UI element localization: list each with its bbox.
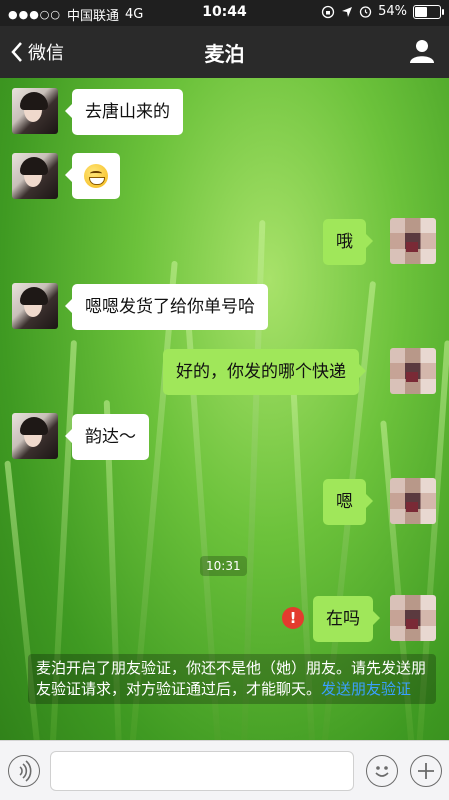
alarm-icon — [359, 6, 372, 18]
message-timestamp: 10:31 — [200, 556, 247, 576]
plus-icon — [418, 763, 434, 779]
message-input[interactable] — [50, 751, 354, 791]
contact-avatar[interactable] — [12, 153, 58, 199]
contact-avatar[interactable] — [12, 413, 58, 459]
self-avatar[interactable] — [390, 348, 436, 394]
send-verification-link[interactable]: 发送朋友验证 — [321, 680, 411, 698]
send-failed-icon[interactable]: ! — [282, 607, 304, 629]
self-avatar[interactable] — [390, 595, 436, 641]
self-avatar[interactable] — [390, 478, 436, 524]
location-icon — [342, 6, 353, 17]
contact-profile-icon[interactable] — [409, 38, 435, 64]
chat-title: 麦泊 — [204, 42, 245, 66]
message-bubble-incoming[interactable]: 嗯嗯发货了给你单号哈 — [65, 284, 268, 330]
status-right: 54% — [321, 4, 444, 19]
voice-icon — [19, 760, 32, 782]
status-bar: ●●●○○ 中国联通 4G 10:44 54% — [0, 0, 449, 26]
contact-avatar[interactable] — [12, 283, 58, 329]
message-bubble-incoming[interactable]: 韵达～ — [65, 414, 149, 460]
input-bar — [0, 740, 449, 800]
rotation-lock-icon — [321, 5, 335, 18]
battery-percent: 54% — [378, 4, 407, 19]
message-bubble-outgoing[interactable]: 好的，你发的哪个快递 — [163, 349, 366, 395]
message-bubble-incoming[interactable] — [65, 153, 120, 199]
self-avatar[interactable] — [390, 218, 436, 264]
smiley-icon — [375, 766, 389, 777]
nav-bar: 微信 麦泊 — [0, 26, 449, 78]
emoji-button[interactable] — [366, 755, 398, 787]
voice-input-button[interactable] — [8, 755, 40, 787]
grin-emoji-icon — [84, 164, 108, 188]
battery-fill — [415, 6, 427, 17]
message-bubble-outgoing[interactable]: 嗯 — [323, 479, 373, 525]
message-bubble-outgoing[interactable]: 在吗 — [313, 596, 380, 642]
contact-avatar[interactable] — [12, 88, 58, 134]
message-bubble-outgoing[interactable]: 哦 — [323, 219, 373, 265]
chat-screen: ●●●○○ 中国联通 4G 10:44 54% 微信 麦泊 去唐山来的 哦 嗯嗯… — [0, 0, 449, 800]
battery-icon — [413, 4, 444, 19]
friend-verification-notice: 麦泊开启了朋友验证，你还不是他（她）朋友。请先发送朋友验证请求，对方验证通过后，… — [28, 654, 436, 704]
more-button[interactable] — [410, 755, 442, 787]
message-bubble-incoming[interactable]: 去唐山来的 — [65, 89, 183, 135]
